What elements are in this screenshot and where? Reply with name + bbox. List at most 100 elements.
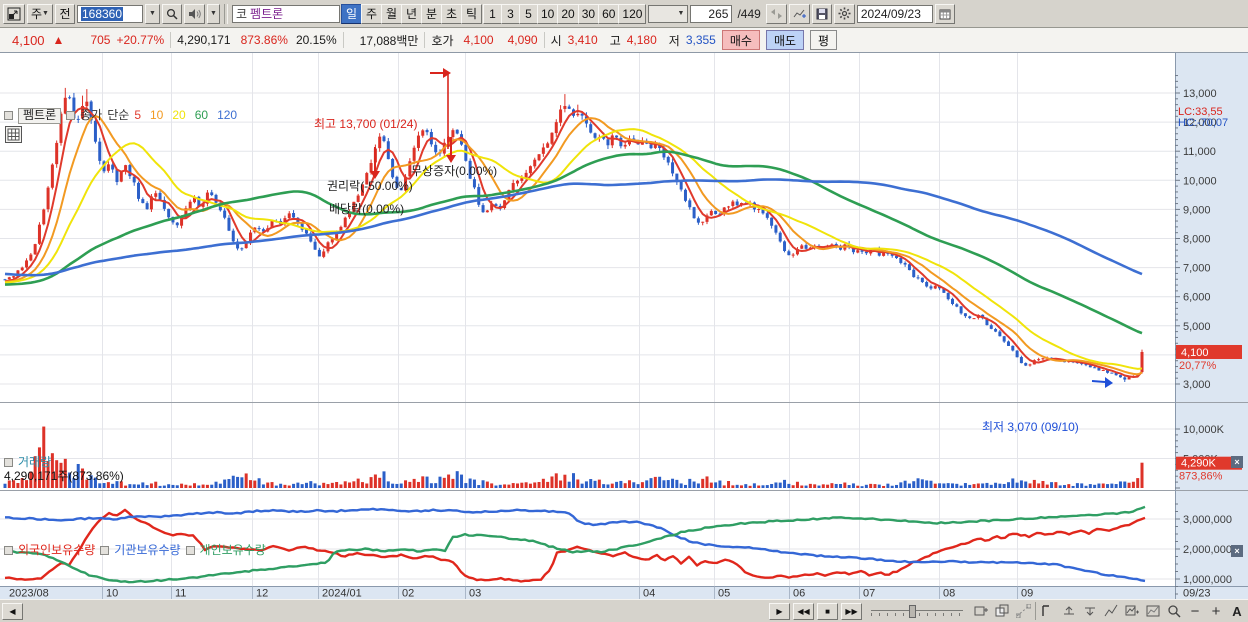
- volume-legend-label: 거래량: [18, 455, 52, 469]
- ma-legend-120: 120: [217, 108, 238, 122]
- zoom-out-button[interactable]: −: [1186, 602, 1204, 620]
- stock-search-button[interactable]: [161, 3, 182, 24]
- svg-text:1,000,000: 1,000,000: [1183, 574, 1232, 586]
- interval-button-5[interactable]: 5: [518, 3, 538, 24]
- period-button-일[interactable]: 일: [340, 3, 362, 24]
- snapshot-tool-icon[interactable]: [1144, 602, 1162, 620]
- interval-button-60[interactable]: 60: [598, 3, 620, 24]
- grid-tool-icon[interactable]: [5, 126, 22, 147]
- svg-text:3,000: 3,000: [1183, 379, 1211, 391]
- svg-text:10,000: 10,000: [1183, 175, 1217, 187]
- svg-text:4,100: 4,100: [1181, 347, 1209, 359]
- legend-ma-type: 단순: [107, 108, 130, 122]
- slider-ticks: [871, 613, 963, 616]
- legend-stock-name[interactable]: 펨트론: [18, 108, 62, 124]
- calendar-button[interactable]: [934, 3, 955, 24]
- zoom-in-button[interactable]: +: [1207, 602, 1225, 620]
- separator: [223, 3, 228, 24]
- sound-alert-button[interactable]: [183, 3, 205, 24]
- legend-toggle-icon[interactable]: [4, 546, 13, 556]
- price-marker-tool-icon[interactable]: [1039, 602, 1057, 620]
- interval-button-30[interactable]: 30: [577, 3, 600, 24]
- legend-toggle-icon[interactable]: [100, 546, 110, 556]
- svg-text:20,77%: 20,77%: [1179, 360, 1217, 372]
- date-input[interactable]: 2024/09/23: [856, 4, 933, 23]
- chevron-down-icon: ▼: [42, 10, 49, 17]
- scroll-left-button[interactable]: ◀: [2, 602, 23, 620]
- period-button-틱[interactable]: 틱: [460, 3, 482, 24]
- holdings-legend: 외국인보유수량 기관보유수량 개인보유수량: [4, 543, 266, 558]
- ma-legend-5: 5: [134, 108, 141, 122]
- turnover-pct: 20.15%: [295, 33, 337, 47]
- period-button-년[interactable]: 년: [400, 3, 422, 24]
- low-marker-tool-icon[interactable]: [1081, 602, 1099, 620]
- bid-price: 4,090: [507, 33, 538, 47]
- chart-area: 13,000 12,000 11,000 10,000 9,000 8,000 7,000 6…: [0, 53, 1248, 600]
- interval-button-120[interactable]: 120: [618, 3, 647, 24]
- svg-text:2024/01: 2024/01: [322, 588, 362, 600]
- low-price: 3,355: [685, 33, 716, 47]
- ma-legend-10: 10: [150, 108, 164, 122]
- compare-button[interactable]: [765, 3, 787, 24]
- annotation-rights-off: 권리락(-50.00%): [327, 179, 413, 193]
- font-size-button[interactable]: A: [1228, 602, 1246, 620]
- period-button-분[interactable]: 분: [420, 3, 442, 24]
- chart-settings-button[interactable]: [833, 3, 855, 24]
- legend-toggle-icon[interactable]: [66, 111, 76, 121]
- svg-text:07: 07: [863, 588, 875, 600]
- play-button[interactable]: ▶: [769, 602, 790, 620]
- avg-button[interactable]: 평: [810, 30, 838, 50]
- main-toolbar: 주 ▼ 전 168360 ▼ ▼ 코 펨트론 일주월년분초틱 1 3 5 10 20 30…: [0, 0, 1248, 28]
- date-value: 2024/09/23: [860, 6, 921, 21]
- buy-button[interactable]: 매수: [721, 30, 760, 50]
- holdings-panel-close-icon[interactable]: ×: [1231, 545, 1243, 557]
- interval-button-1[interactable]: 1: [482, 3, 502, 24]
- speed-slider[interactable]: [871, 604, 963, 618]
- period-button-월[interactable]: 월: [380, 3, 402, 24]
- svg-text:09/23: 09/23: [1183, 588, 1211, 600]
- period-button-주[interactable]: 주: [360, 3, 382, 24]
- slider-handle[interactable]: [909, 605, 916, 618]
- interval-button-3[interactable]: 3: [500, 3, 520, 24]
- pattern-tool-icon[interactable]: [1123, 602, 1141, 620]
- legend-toggle-icon[interactable]: [4, 458, 13, 468]
- custom-interval-field[interactable]: ▼: [648, 4, 689, 23]
- trendline-tool-button[interactable]: [788, 3, 810, 24]
- high-marker-tool-icon[interactable]: [1060, 602, 1078, 620]
- stop-button[interactable]: ■: [817, 602, 838, 620]
- interval-button-20[interactable]: 20: [557, 3, 579, 24]
- copy-window-icon[interactable]: [993, 602, 1011, 620]
- zoom-tool-icon[interactable]: [1165, 602, 1183, 620]
- price-change-pct: +20.77%: [116, 33, 165, 47]
- code-dropdown-button[interactable]: ▼: [144, 3, 160, 24]
- prev-stock-button[interactable]: 전: [54, 3, 75, 24]
- bar-count-input[interactable]: 265: [690, 4, 733, 23]
- bar-count-value: 265: [708, 6, 729, 21]
- rewind-button[interactable]: ◀◀: [793, 602, 814, 620]
- trend-tool-icon[interactable]: [1102, 602, 1120, 620]
- legend-toggle-icon[interactable]: [185, 546, 195, 556]
- search-icon: [166, 8, 178, 20]
- chevron-down-icon: ▼: [677, 10, 685, 17]
- period-button-초[interactable]: 초: [440, 3, 462, 24]
- chart-window-icon[interactable]: [3, 3, 25, 24]
- stock-name-field[interactable]: 코 펨트론: [231, 4, 340, 23]
- sound-dropdown-button[interactable]: ▼: [206, 3, 220, 24]
- sell-button[interactable]: 매도: [765, 30, 805, 50]
- legend-toggle-icon[interactable]: [4, 111, 13, 121]
- separator: [1035, 602, 1036, 620]
- bottom-toolbar: ◀ ▶ ◀◀ ■ ▶▶ − + A: [0, 599, 1248, 622]
- stock-code-input[interactable]: 168360: [76, 4, 143, 23]
- link-mode-icon[interactable]: [1014, 602, 1032, 620]
- chevron-down-icon: ▼: [210, 10, 217, 17]
- svg-text:2023/08: 2023/08: [9, 588, 49, 600]
- volume-panel-close-icon[interactable]: ×: [1231, 456, 1243, 468]
- frame-type-dropdown[interactable]: 주 ▼: [27, 3, 53, 24]
- chart-canvas[interactable]: 13,00012,00011,00010,0009,0008,0007,0006…: [0, 53, 1248, 600]
- save-chart-button[interactable]: [811, 3, 832, 24]
- interval-button-10[interactable]: 10: [536, 3, 559, 24]
- svg-text:12: 12: [256, 588, 268, 600]
- fast-forward-button[interactable]: ▶▶: [841, 602, 862, 620]
- save-icon: [816, 8, 828, 19]
- new-window-icon[interactable]: [972, 602, 990, 620]
